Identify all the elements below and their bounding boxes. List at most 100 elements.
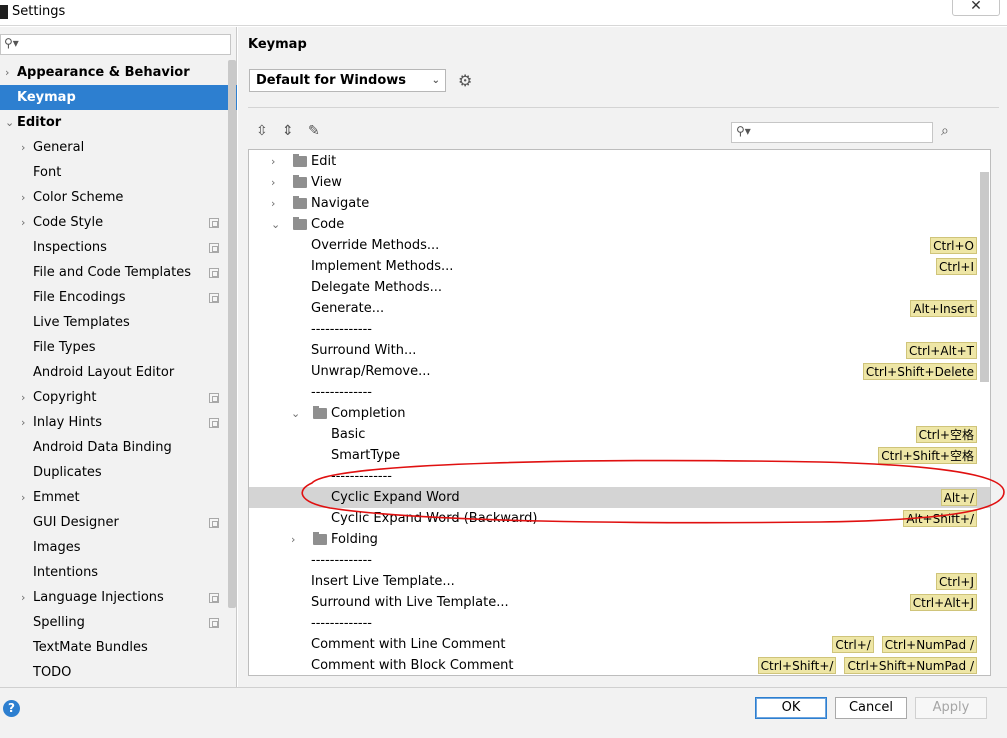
sidebar-item[interactable]: File and Code Templates: [0, 260, 237, 285]
sidebar-item[interactable]: › Language Injections: [0, 585, 237, 610]
sidebar-item-label: Font: [33, 165, 62, 180]
sidebar-item-label: Inspections: [33, 240, 107, 255]
divider: [248, 107, 999, 108]
chevron-right-icon[interactable]: ›: [21, 135, 25, 160]
cancel-button[interactable]: Cancel: [835, 697, 907, 719]
tree-action[interactable]: Surround With... Ctrl+Alt+T: [249, 340, 990, 361]
sidebar-item[interactable]: › Color Scheme: [0, 185, 237, 210]
chevron-down-icon[interactable]: ⌄: [5, 110, 14, 135]
expand-all-icon[interactable]: ⇳: [256, 123, 268, 139]
shortcut-badge: Ctrl+/: [832, 636, 874, 653]
chevron-right-icon[interactable]: ›: [21, 210, 25, 235]
tree-action[interactable]: -------------: [249, 466, 990, 487]
chevron-right-icon[interactable]: ›: [21, 585, 25, 610]
collapse-all-icon[interactable]: ⇕: [282, 123, 294, 139]
sidebar-item[interactable]: Intentions: [0, 560, 237, 585]
sidebar-item[interactable]: Keymap: [0, 85, 237, 110]
sidebar-item[interactable]: › Appearance & Behavior: [0, 60, 237, 85]
sidebar-item[interactable]: Live Templates: [0, 310, 237, 335]
chevron-right-icon[interactable]: ›: [271, 193, 275, 214]
sidebar-item[interactable]: TODO: [0, 660, 237, 685]
chevron-right-icon[interactable]: ›: [21, 485, 25, 510]
tree-action[interactable]: Insert Live Template... Ctrl+J: [249, 571, 990, 592]
chevron-right-icon[interactable]: ›: [21, 410, 25, 435]
shortcut-badge: Ctrl+Shift+Delete: [862, 363, 977, 380]
sidebar-item[interactable]: Android Layout Editor: [0, 360, 237, 385]
sidebar-item-label: Appearance & Behavior: [17, 65, 190, 80]
tree-action[interactable]: Cyclic Expand Word (Backward) Alt+Shift+/: [249, 508, 990, 529]
tree-item-label: Comment with Line Comment: [311, 637, 506, 652]
tree-group[interactable]: › Edit: [249, 151, 990, 172]
tree-group[interactable]: › View: [249, 172, 990, 193]
keymap-search-input[interactable]: ⚲▾: [731, 122, 933, 143]
tree-action[interactable]: -------------: [249, 613, 990, 634]
tree-action[interactable]: Surround with Live Template... Ctrl+Alt+J: [249, 592, 990, 613]
sidebar-item[interactable]: TextMate Bundles: [0, 635, 237, 660]
shortcut-badge: Ctrl+J: [936, 573, 977, 590]
sidebar-item[interactable]: GUI Designer: [0, 510, 237, 535]
tree-action[interactable]: SmartType Ctrl+Shift+空格: [249, 445, 990, 466]
tree-action[interactable]: Basic Ctrl+空格: [249, 424, 990, 445]
chevron-right-icon[interactable]: ›: [271, 151, 275, 172]
tree-action[interactable]: Delegate Methods...: [249, 277, 990, 298]
chevron-right-icon[interactable]: ›: [21, 185, 25, 210]
apply-button[interactable]: Apply: [915, 697, 987, 719]
sidebar-item[interactable]: › Code Style: [0, 210, 237, 235]
tree-action[interactable]: -------------: [249, 550, 990, 571]
project-scope-icon: [209, 243, 219, 253]
chevron-right-icon[interactable]: ›: [5, 60, 9, 85]
sidebar-item-label: Images: [33, 540, 81, 555]
close-button[interactable]: ✕: [952, 0, 1000, 16]
tree-group[interactable]: › Folding: [249, 529, 990, 550]
tree-action[interactable]: Generate... Alt+Insert: [249, 298, 990, 319]
tree-item-label: Insert Live Template...: [311, 574, 455, 589]
chevron-down-icon[interactable]: ⌄: [291, 403, 300, 424]
tree-action[interactable]: Implement Methods... Ctrl+I: [249, 256, 990, 277]
tree-action[interactable]: -------------: [249, 382, 990, 403]
gear-icon[interactable]: ⚙: [458, 71, 472, 90]
sidebar-item[interactable]: › General: [0, 135, 237, 160]
tree-group[interactable]: ⌄ Code: [249, 214, 990, 235]
tree-action[interactable]: Comment with Line Comment Ctrl+/ Ctrl+NumP…: [249, 634, 990, 655]
tree-group[interactable]: ⌄ Completion: [249, 403, 990, 424]
tree-item-label: Folding: [331, 532, 378, 547]
sidebar-item[interactable]: ⌄ Editor: [0, 110, 237, 135]
sidebar-item[interactable]: File Types: [0, 335, 237, 360]
sidebar-item[interactable]: Duplicates: [0, 460, 237, 485]
chevron-down-icon[interactable]: ⌄: [271, 214, 280, 235]
tree-action[interactable]: Cyclic Expand Word Alt+/: [249, 487, 990, 508]
shortcut-badge: Alt+/: [940, 489, 977, 506]
help-icon[interactable]: ?: [3, 700, 20, 717]
tree-item-label: Unwrap/Remove...: [311, 364, 431, 379]
keymap-scheme-select[interactable]: Default for Windows ⌄: [249, 69, 446, 92]
tree-action[interactable]: -------------: [249, 319, 990, 340]
sidebar-item-label: TextMate Bundles: [33, 640, 148, 655]
sidebar-search-input[interactable]: ⚲▾: [0, 34, 231, 55]
sidebar-item[interactable]: File Encodings: [0, 285, 237, 310]
find-by-shortcut-icon[interactable]: ⌕: [941, 123, 949, 139]
sidebar-item[interactable]: › Copyright: [0, 385, 237, 410]
tree-action[interactable]: Override Methods... Ctrl+O: [249, 235, 990, 256]
sidebar-item[interactable]: Inspections: [0, 235, 237, 260]
shortcut-badge: Alt+Shift+/: [903, 510, 977, 527]
folder-icon: [313, 532, 327, 545]
tree-group[interactable]: › Navigate: [249, 193, 990, 214]
tree-item-label: Delegate Methods...: [311, 280, 442, 295]
sidebar-item[interactable]: Font: [0, 160, 237, 185]
sidebar-item[interactable]: › Inlay Hints: [0, 410, 237, 435]
tree-action[interactable]: Unwrap/Remove... Ctrl+Shift+Delete: [249, 361, 990, 382]
chevron-right-icon[interactable]: ›: [291, 529, 295, 550]
ok-button[interactable]: OK: [755, 697, 827, 719]
sidebar-scrollbar[interactable]: [228, 60, 236, 608]
pencil-icon[interactable]: ✎: [308, 123, 320, 139]
sidebar-item[interactable]: Android Data Binding: [0, 435, 237, 460]
sidebar-item[interactable]: › Emmet: [0, 485, 237, 510]
tree-item-label: Code: [311, 217, 345, 232]
sidebar-item[interactable]: Spelling: [0, 610, 237, 635]
chevron-right-icon[interactable]: ›: [21, 385, 25, 410]
project-scope-icon: [209, 293, 219, 303]
sidebar-item[interactable]: Images: [0, 535, 237, 560]
chevron-right-icon[interactable]: ›: [271, 172, 275, 193]
tree-action[interactable]: Comment with Block Comment Ctrl+Shift+/ Ct…: [249, 655, 990, 675]
tree-item-label: Implement Methods...: [311, 259, 454, 274]
